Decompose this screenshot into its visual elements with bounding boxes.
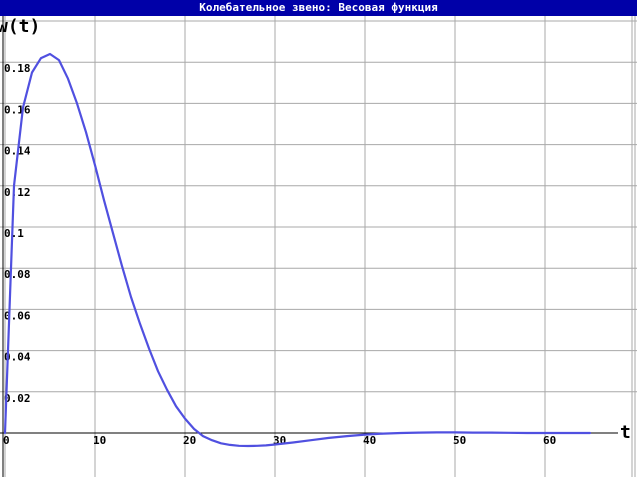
y-axis-label: w(t) [0,16,40,37]
x-tick-label: 60 [543,434,556,447]
window-title-bar: Колебательное звено: Весовая функция [0,0,637,16]
x-tick-label: 0 [3,434,10,447]
chart-svg: 0.020.040.060.080.10.120.140.160.180 10 20… [0,16,637,477]
chart-area: 0.02 0.04 0.06 0.08 0.1 0.12 0.14 0.16 0.18 0 10 20… [0,16,637,477]
x-tick-label: 20 [183,434,196,447]
window-title: Колебательное звено: Весовая функция [199,1,438,14]
x-tick-label: 10 [93,434,106,447]
y-tick-label: 0.16 [4,103,31,116]
x-axis-label: t [620,422,631,443]
y-tick-label: 0.18 [4,62,31,75]
x-tick-label: 40 [363,434,376,447]
x-tick-label: 50 [453,434,466,447]
y-tick-label: 0.02 [4,392,31,405]
y-tick-label: 0.1 [4,227,24,240]
y-tick-label: 0.08 [4,268,31,281]
series-line [3,52,592,448]
y-tick-label: 0.12 [4,186,31,199]
